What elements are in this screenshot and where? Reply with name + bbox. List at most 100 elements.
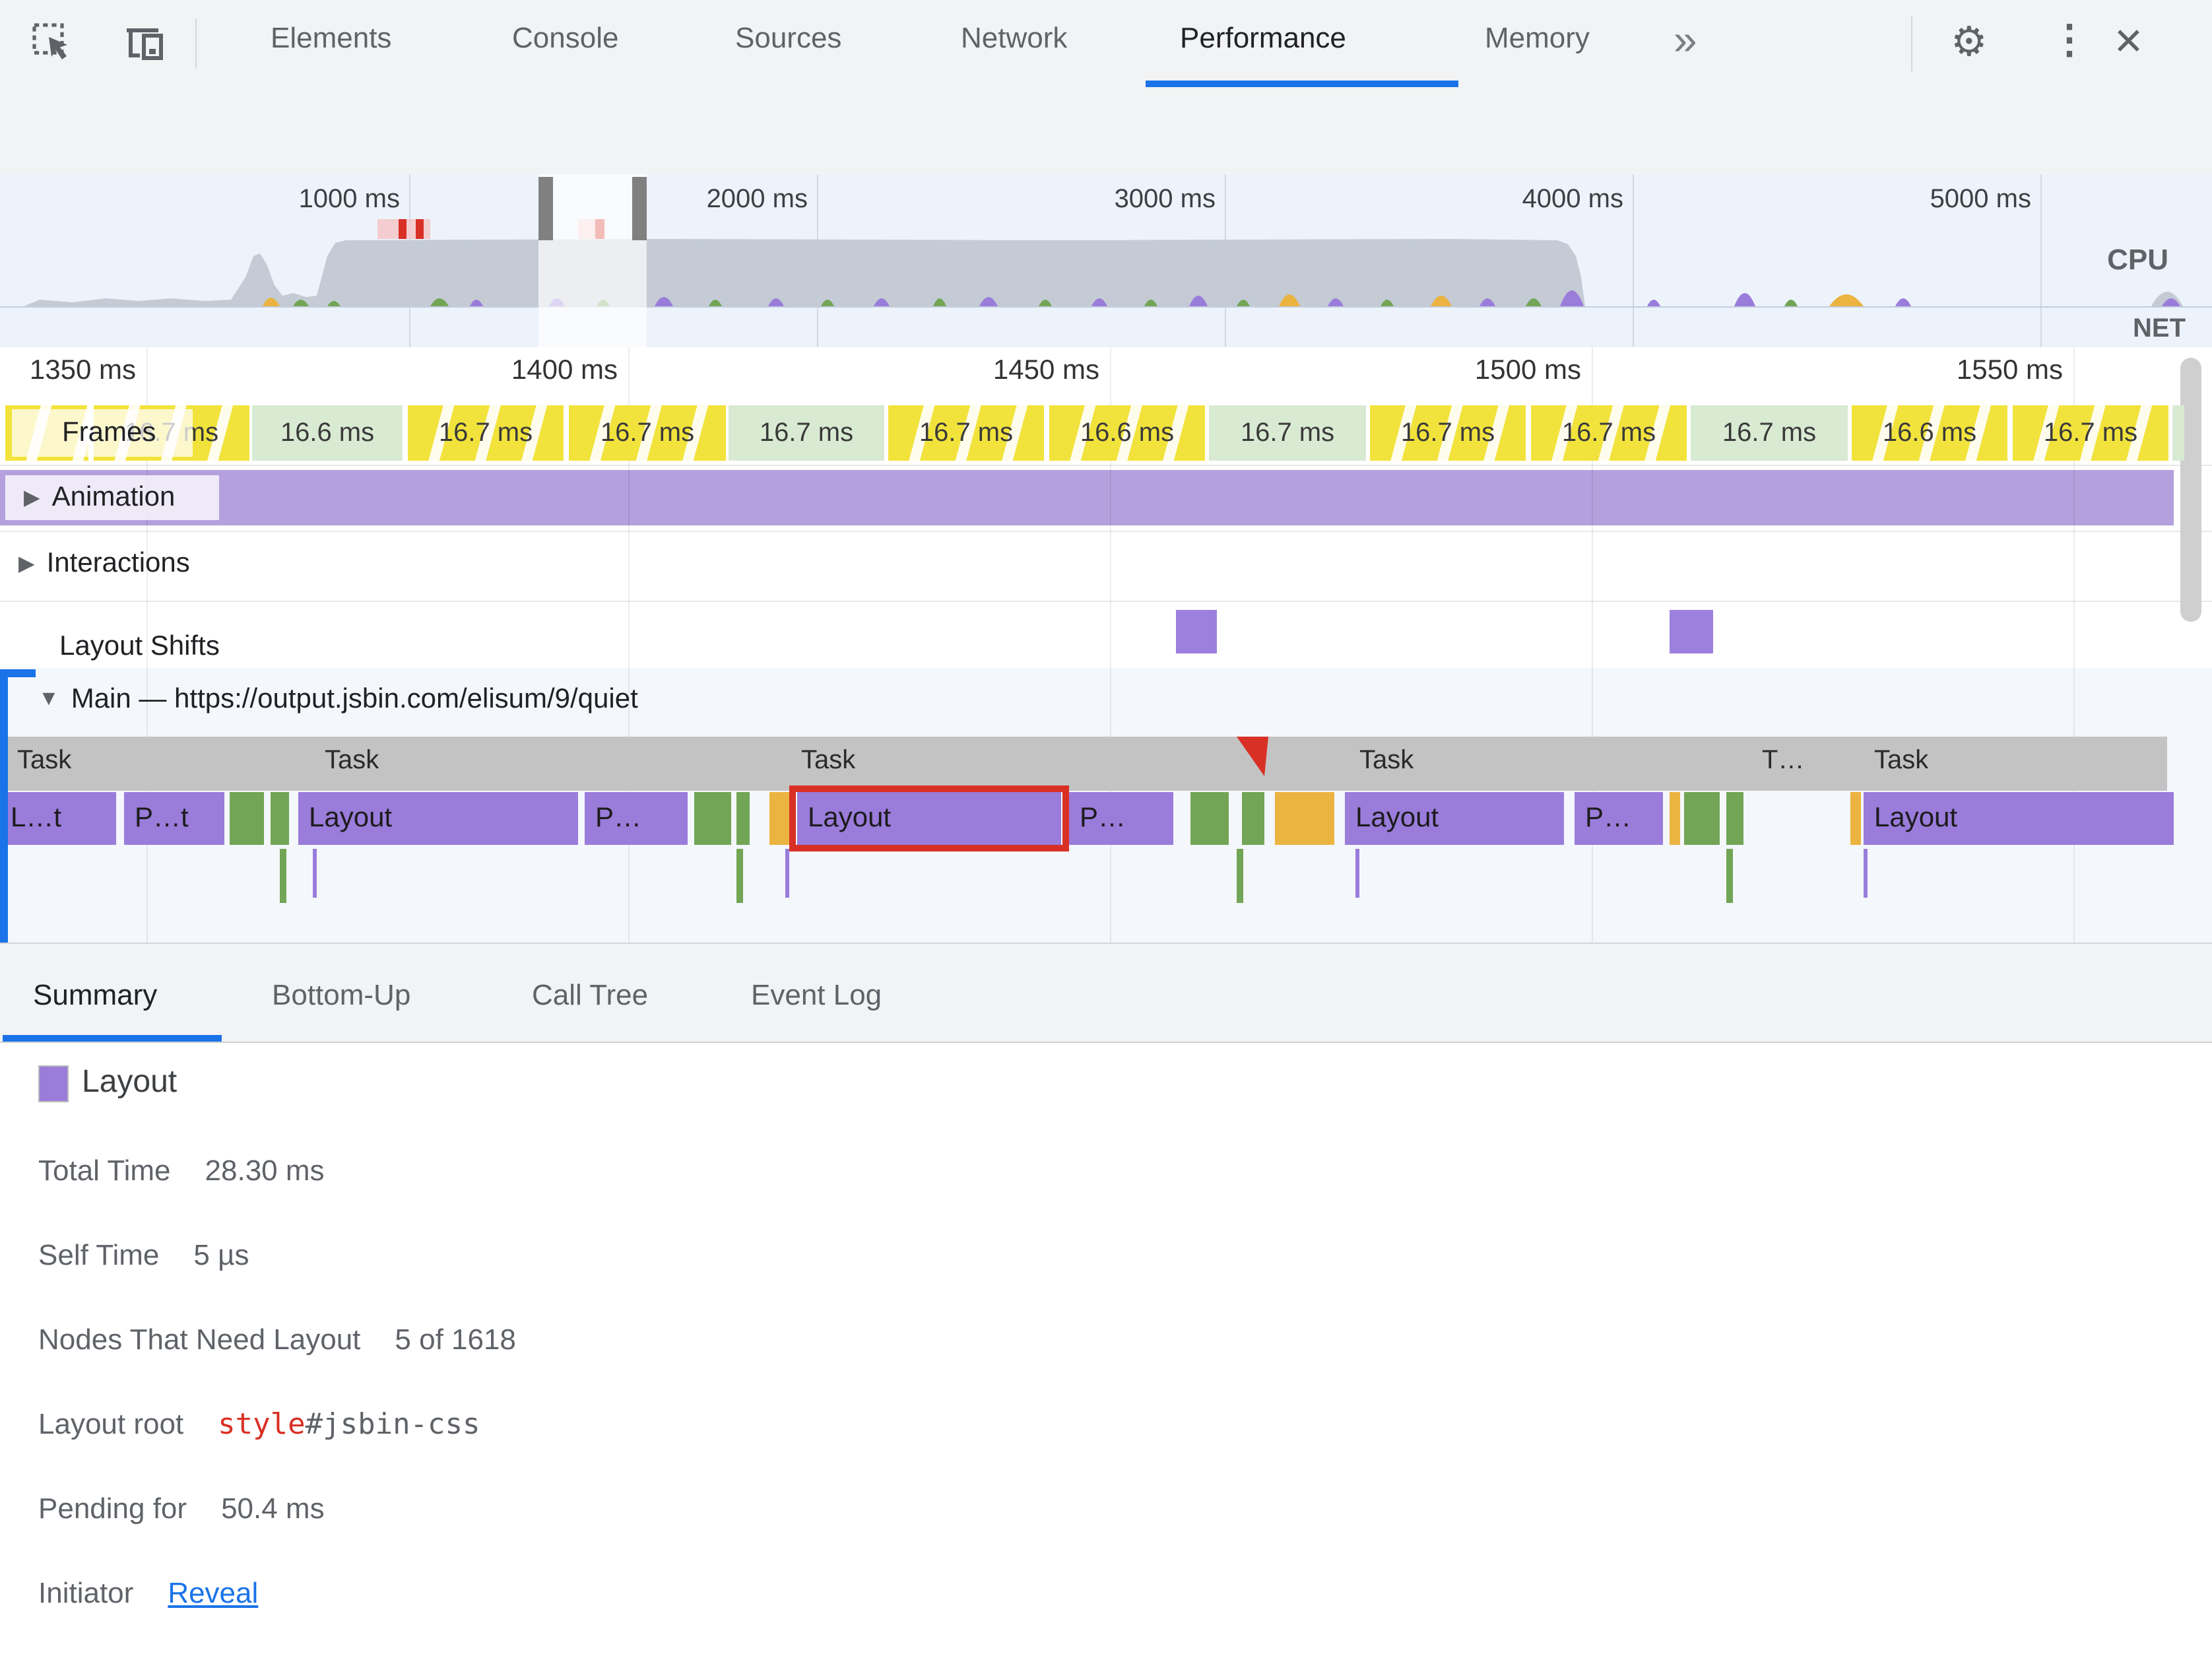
- ruler-tick-label: 1400 ms: [511, 355, 618, 385]
- flame-bar-layout[interactable]: Layout: [1864, 792, 2174, 845]
- expand-arrow-icon[interactable]: ▶: [18, 550, 35, 577]
- row-separator: [0, 465, 2212, 466]
- summary-label: Self Time: [38, 1238, 160, 1271]
- reveal-link[interactable]: Reveal: [168, 1576, 258, 1611]
- frames-track-label[interactable]: Frames: [12, 409, 193, 457]
- frame-duration[interactable]: 16.6 ms: [1852, 405, 2007, 461]
- flame-bar-p[interactable]: P…: [1575, 792, 1663, 845]
- flame-bar-p[interactable]: P…: [1069, 792, 1173, 845]
- tab-performance[interactable]: Performance: [1180, 21, 1346, 55]
- main-track-header[interactable]: ▼ Main — https://output.jsbin.com/elisum…: [38, 684, 638, 716]
- tab-call-tree[interactable]: Call Tree: [532, 978, 648, 1013]
- flame-bar[interactable]: [694, 792, 731, 845]
- frame-duration[interactable]: 16.7 ms: [729, 405, 884, 461]
- close-icon[interactable]: ✕: [2113, 20, 2144, 63]
- flame-bar[interactable]: [769, 792, 792, 845]
- flame-bar[interactable]: [736, 792, 750, 845]
- flame-bar[interactable]: [1684, 792, 1720, 845]
- child-activity-mark: [785, 849, 789, 898]
- child-activity-mark: [313, 849, 317, 898]
- flame-bar[interactable]: [1190, 792, 1229, 845]
- expand-arrow-icon[interactable]: ▶: [24, 484, 40, 511]
- child-activity-mark: [1864, 849, 1868, 898]
- summary-label: Nodes That Need Layout: [38, 1323, 361, 1356]
- frame-duration[interactable]: 16.7 ms: [1691, 405, 1848, 461]
- kebab-menu-icon[interactable]: ⋮: [2050, 17, 2089, 63]
- summary-label: Initiator: [38, 1576, 134, 1609]
- task-label: Task: [325, 746, 379, 775]
- device-toolbar-icon[interactable]: [121, 20, 169, 65]
- layout-shifts-track-label: Layout Shifts: [59, 631, 220, 661]
- animation-track-bar[interactable]: [0, 470, 2174, 525]
- flame-bar[interactable]: [1850, 792, 1861, 845]
- tab-memory[interactable]: Memory: [1485, 21, 1590, 55]
- flame-bar[interactable]: [230, 792, 264, 845]
- frame-duration[interactable]: 16.7 ms: [2013, 405, 2168, 461]
- frame-duration[interactable]: 16.7 ms: [888, 405, 1044, 461]
- ruler-tick-label: 1350 ms: [29, 355, 136, 385]
- task-label: T…: [1762, 746, 1805, 775]
- frame-duration[interactable]: 16.6 ms: [252, 405, 403, 461]
- summary-value: 5 of 1618: [395, 1323, 516, 1356]
- long-task-marker-bar: [416, 219, 424, 239]
- summary-row: Nodes That Need Layout 5 of 1618: [38, 1323, 516, 1357]
- flame-bar-pt[interactable]: P…t: [124, 792, 224, 845]
- summary-value: 50.4 ms: [221, 1492, 325, 1525]
- child-activity-mark: [280, 849, 286, 903]
- flame-bar[interactable]: [1275, 792, 1334, 845]
- flame-bar-p[interactable]: P…: [585, 792, 688, 845]
- collapse-arrow-icon[interactable]: ▼: [38, 688, 59, 712]
- summary-value: 5 µs: [193, 1238, 249, 1271]
- flame-bar[interactable]: [271, 792, 289, 845]
- tab-summary[interactable]: Summary: [33, 978, 157, 1013]
- task-bar-strip[interactable]: Task Task Task Task T… Task: [0, 737, 2167, 791]
- frame-duration[interactable]: 16.7 ms: [569, 405, 726, 461]
- summary-row: Initiator Reveal: [38, 1576, 258, 1611]
- selection-handle-right[interactable]: [632, 177, 647, 240]
- frame-duration[interactable]: 16.7 ms: [1370, 405, 1526, 461]
- performance-toolbar: ↻ ⊘ output.jsbin.com #1 Screenshots Memo…: [0, 87, 2212, 246]
- selection-handle-left[interactable]: [538, 177, 553, 240]
- tab-console[interactable]: Console: [512, 21, 618, 55]
- flame-bar-layout[interactable]: Layout: [1345, 792, 1564, 845]
- flame-bar[interactable]: [1242, 792, 1264, 845]
- flame-bar-lt[interactable]: L…t: [0, 792, 116, 845]
- frame-duration[interactable]: 16.7 ms: [1209, 405, 1366, 461]
- animation-track-label[interactable]: ▶ Animation: [5, 475, 219, 520]
- layout-shift-marker[interactable]: [1176, 610, 1217, 653]
- overview-tick-label: 1000 ms: [298, 185, 400, 214]
- tab-network[interactable]: Network: [961, 21, 1067, 55]
- summary-panel: Layout Total Time 28.30 ms Self Time 5 µs No…: [0, 1043, 2212, 1666]
- timeline-overview[interactable]: 1000 ms 2000 ms 3000 ms 4000 ms 5000 ms CPU …: [0, 174, 2212, 349]
- layout-shift-marker[interactable]: [1670, 610, 1713, 653]
- frame-duration[interactable]: [2172, 405, 2184, 461]
- row-separator: [0, 531, 2212, 532]
- interactions-track-label[interactable]: ▶ Interactions: [18, 548, 190, 580]
- task-label: Task: [1359, 746, 1414, 775]
- inspect-element-icon[interactable]: [32, 21, 74, 66]
- overview-selection-window[interactable]: [538, 174, 647, 347]
- frame-duration[interactable]: 16.6 ms: [1049, 405, 1205, 461]
- frame-duration[interactable]: 16.7 ms: [1531, 405, 1687, 461]
- task-label: Task: [17, 746, 72, 775]
- tab-bottom-up[interactable]: Bottom-Up: [272, 978, 410, 1013]
- more-tabs-icon[interactable]: »: [1674, 16, 1697, 65]
- divider: [1911, 16, 1912, 71]
- tab-sources[interactable]: Sources: [735, 21, 841, 55]
- flame-bar[interactable]: [1670, 792, 1680, 845]
- devtools-tab-bar: Elements Console Sources Network Performance…: [0, 0, 2212, 88]
- tab-event-log[interactable]: Event Log: [751, 978, 882, 1013]
- frame-duration[interactable]: 16.7 ms: [408, 405, 564, 461]
- scrollbar-thumb[interactable]: [2180, 358, 2201, 622]
- settings-gear-icon[interactable]: ⚙: [1951, 18, 1988, 66]
- summary-row: Layout root style#jsbin-css: [38, 1407, 480, 1442]
- timeline-detail[interactable]: 1350 ms 1400 ms 1450 ms 1500 ms 1550 ms 16.7…: [0, 347, 2212, 944]
- flame-bar-layout[interactable]: Layout: [298, 792, 578, 845]
- ruler-tick-label: 1550 ms: [1956, 355, 2063, 385]
- tab-elements[interactable]: Elements: [271, 21, 391, 55]
- summary-row: Pending for 50.4 ms: [38, 1492, 325, 1526]
- summary-row: Total Time 28.30 ms: [38, 1154, 325, 1188]
- flame-bar[interactable]: [1726, 792, 1743, 845]
- task-label: Task: [801, 746, 856, 775]
- child-activity-mark: [1237, 849, 1243, 903]
